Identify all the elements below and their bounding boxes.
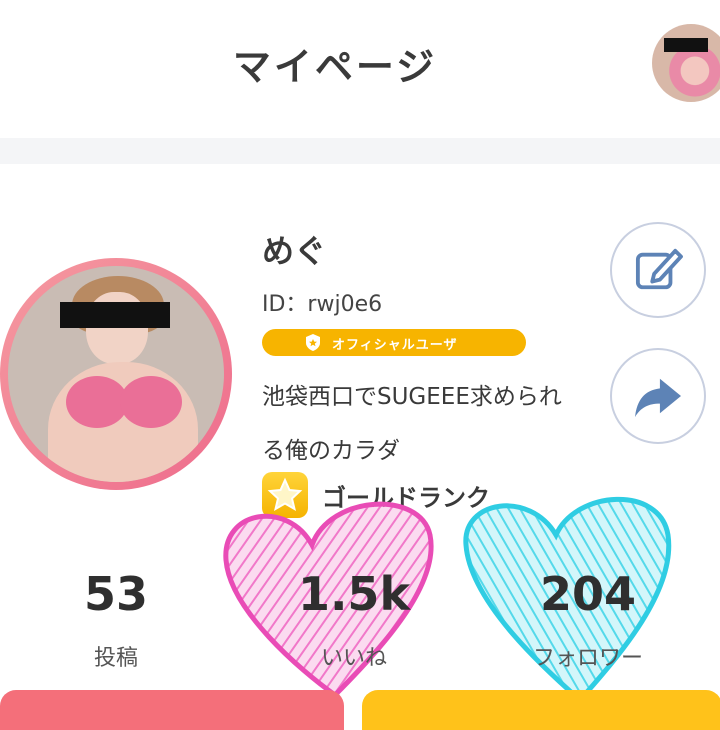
bio-line: る俺のカラダ [262, 438, 400, 464]
header: マイページ [0, 0, 720, 138]
official-user-badge: オフィシャルユーザ [262, 329, 526, 356]
share-button[interactable] [610, 348, 706, 444]
stat-likes[interactable]: 1.5k いいね [254, 566, 454, 672]
rank-label: ゴールドランク [322, 484, 490, 512]
bio-line: 池袋西口でSUGEEE求められ [262, 384, 562, 410]
shield-icon [306, 334, 320, 351]
user-name: めぐ [262, 232, 327, 270]
stat-label: 投稿 [93, 646, 138, 671]
profile-avatar [0, 258, 232, 490]
pink-action-button[interactable] [0, 690, 344, 730]
stat-label: フォロワー [532, 646, 643, 671]
user-id: ID：rwj0e6 [262, 292, 383, 317]
section-divider [0, 138, 720, 164]
stat-label: いいね [320, 646, 387, 671]
profile-bio: 池袋西口でSUGEEE求められ る俺のカラダ [262, 370, 602, 478]
yellow-action-button[interactable] [362, 690, 720, 730]
censor-bar [60, 302, 170, 328]
stat-value: 1.5k [297, 567, 411, 621]
stat-posts[interactable]: 53 投稿 [16, 566, 216, 672]
edit-profile-button[interactable] [610, 222, 706, 318]
page-title: マイページ [232, 45, 438, 89]
header-avatar[interactable] [652, 24, 720, 102]
edit-icon [635, 248, 683, 290]
stat-value: 53 [83, 567, 148, 621]
stat-followers[interactable]: 204 フォロワー [488, 566, 688, 672]
share-arrow-icon [635, 378, 681, 418]
profile-photo [8, 266, 224, 482]
star-icon [262, 472, 308, 518]
stat-value: 204 [539, 567, 637, 621]
official-badge-label: オフィシャルユーザ [332, 338, 458, 353]
